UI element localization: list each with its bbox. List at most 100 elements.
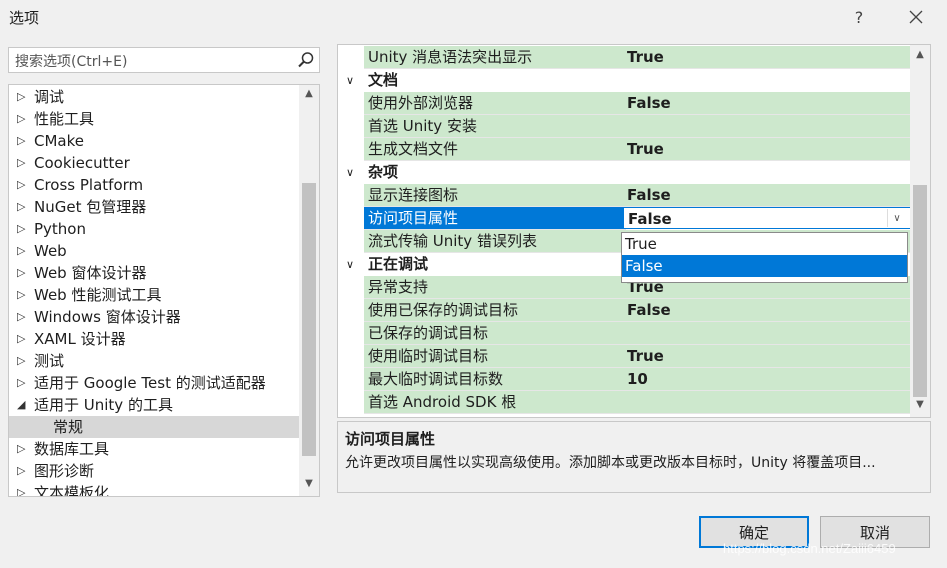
category-row[interactable]: ∨ 文档 (338, 69, 908, 92)
collapse-chevron-icon[interactable]: ∨ (346, 161, 354, 184)
dropdown-option-true[interactable]: True (622, 233, 907, 255)
tree-item[interactable]: ▷ Windows 窗体设计器 (9, 306, 299, 328)
dropdown-option-false[interactable]: False (622, 255, 907, 277)
property-value[interactable]: False (623, 184, 911, 207)
property-name: 显示连接图标 (364, 184, 626, 207)
property-value[interactable]: False (623, 92, 911, 115)
tree-item[interactable]: ▷ 文本模板化 (9, 482, 299, 496)
property-name: 生成文档文件 (364, 138, 626, 161)
options-tree[interactable]: ▷ 调试 ▷ 性能工具 ▷ CMake ▷ Cookiecutter ▷ Cross Platfo… (8, 84, 320, 497)
tree-item-label: 常规 (53, 418, 84, 436)
tree-item-label: Cross Platform (34, 176, 144, 194)
tree-item-label: CMake (34, 132, 84, 150)
collapsed-triangle-icon[interactable]: ▷ (17, 262, 25, 284)
collapsed-triangle-icon[interactable]: ▷ (17, 438, 25, 460)
property-name: 使用外部浏览器 (364, 92, 626, 115)
collapsed-triangle-icon[interactable]: ▷ (17, 196, 25, 218)
tree-item[interactable]: ▷ Web 性能测试工具 (9, 284, 299, 306)
property-value[interactable]: False (623, 299, 911, 322)
scroll-down-icon[interactable]: ▼ (913, 399, 927, 413)
collapsed-triangle-icon[interactable]: ▷ (17, 284, 25, 306)
help-button[interactable]: ? (846, 4, 872, 30)
property-name: 访问项目属性 (364, 207, 626, 230)
tree-item[interactable]: ▷ 数据库工具 (9, 438, 299, 460)
tree-item-label: Web (34, 242, 67, 260)
tree-item[interactable]: ▷ CMake (9, 130, 299, 152)
property-row[interactable]: 最大临时调试目标数 10 (338, 368, 911, 391)
scroll-up-icon[interactable]: ▲ (913, 49, 927, 63)
collapse-chevron-icon[interactable]: ∨ (346, 69, 354, 92)
collapsed-triangle-icon[interactable]: ▷ (17, 130, 25, 152)
tree-item[interactable]: ▷ Python (9, 218, 299, 240)
property-row[interactable]: Unity 消息语法突出显示 True (338, 46, 911, 69)
property-value[interactable]: True (623, 46, 911, 69)
property-grid[interactable]: Unity 消息语法突出显示 True ∨ 文档 使用外部浏览器 False 首选 Unit… (337, 44, 931, 418)
scroll-up-icon[interactable]: ▲ (302, 88, 316, 102)
tree-item[interactable]: ▷ 适用于 Google Test 的测试适配器 (9, 372, 299, 394)
property-row[interactable]: 显示连接图标 False (338, 184, 911, 207)
category-row[interactable]: ∨ 杂项 (338, 161, 908, 184)
property-row[interactable]: 首选 Unity 安装 (338, 115, 911, 138)
tree-item[interactable]: ▷ 调试 (9, 86, 299, 108)
grid-scroll-thumb[interactable] (913, 185, 927, 397)
tree-item-label: 性能工具 (34, 110, 95, 128)
collapsed-triangle-icon[interactable]: ▷ (17, 306, 25, 328)
collapsed-triangle-icon[interactable]: ▷ (17, 174, 25, 196)
tree-item[interactable]: ▷ NuGet 包管理器 (9, 196, 299, 218)
category-label: 杂项 (368, 163, 399, 181)
scroll-down-icon[interactable]: ▼ (302, 478, 316, 492)
property-row[interactable]: 使用已保存的调试目标 False (338, 299, 911, 322)
tree-item-label: 适用于 Unity 的工具 (34, 396, 173, 414)
property-value[interactable]: True (623, 345, 911, 368)
value-dropdown-list[interactable]: True False (621, 232, 908, 283)
collapsed-triangle-icon[interactable]: ▷ (17, 86, 25, 108)
collapsed-triangle-icon[interactable]: ▷ (17, 460, 25, 482)
tree-item[interactable]: ▷ XAML 设计器 (9, 328, 299, 350)
collapsed-triangle-icon[interactable]: ▷ (17, 482, 25, 496)
collapsed-triangle-icon[interactable]: ▷ (17, 350, 25, 372)
tree-item[interactable]: ▷ Cookiecutter (9, 152, 299, 174)
tree-item[interactable]: ◢ 适用于 Unity 的工具 (9, 394, 299, 416)
collapsed-triangle-icon[interactable]: ▷ (17, 218, 25, 240)
property-value[interactable] (623, 391, 911, 414)
description-title: 访问项目属性 (345, 430, 436, 448)
tree-item[interactable]: ▷ Cross Platform (9, 174, 299, 196)
property-row[interactable]: 首选 Android SDK 根 (338, 391, 911, 414)
tree-scrollbar[interactable]: ▲ ▼ (299, 85, 319, 496)
tree-item[interactable]: 常规 (9, 416, 299, 438)
grid-scrollbar[interactable]: ▲ ▼ (910, 45, 930, 417)
collapse-chevron-icon[interactable]: ∨ (346, 253, 354, 276)
collapsed-triangle-icon[interactable]: ▷ (17, 328, 25, 350)
collapsed-triangle-icon[interactable]: ▷ (17, 240, 25, 262)
property-value[interactable] (623, 115, 911, 138)
tree-item[interactable]: ▷ 图形诊断 (9, 460, 299, 482)
property-row[interactable]: 访问项目属性 False ∨ (338, 207, 913, 230)
property-row[interactable]: 使用临时调试目标 True (338, 345, 911, 368)
close-button[interactable] (903, 4, 929, 30)
property-value[interactable]: 10 (623, 368, 911, 391)
property-name: 异常支持 (364, 276, 626, 299)
property-row[interactable]: 生成文档文件 True (338, 138, 911, 161)
expanded-triangle-icon[interactable]: ◢ (17, 394, 25, 416)
search-input[interactable]: 搜索选项(Ctrl+E) (8, 47, 320, 73)
tree-item[interactable]: ▷ Web 窗体设计器 (9, 262, 299, 284)
tree-item-label: Python (34, 220, 86, 238)
collapsed-triangle-icon[interactable]: ▷ (17, 372, 25, 394)
search-icon (298, 52, 314, 68)
chevron-down-icon[interactable]: ∨ (887, 209, 906, 227)
property-row[interactable]: 使用外部浏览器 False (338, 92, 911, 115)
property-value[interactable]: True (623, 138, 911, 161)
tree-item[interactable]: ▷ Web (9, 240, 299, 262)
property-value[interactable] (623, 322, 911, 345)
tree-item[interactable]: ▷ 测试 (9, 350, 299, 372)
property-value-combo[interactable]: False (623, 207, 913, 229)
tree-item-label: Windows 窗体设计器 (34, 308, 181, 326)
collapsed-triangle-icon[interactable]: ▷ (17, 108, 25, 130)
property-row[interactable]: 已保存的调试目标 (338, 322, 911, 345)
tree-item-label: 图形诊断 (34, 462, 95, 480)
property-name: 使用已保存的调试目标 (364, 299, 626, 322)
tree-item[interactable]: ▷ 性能工具 (9, 108, 299, 130)
tree-scroll-thumb[interactable] (302, 183, 316, 456)
collapsed-triangle-icon[interactable]: ▷ (17, 152, 25, 174)
category-label: 正在调试 (368, 255, 429, 273)
